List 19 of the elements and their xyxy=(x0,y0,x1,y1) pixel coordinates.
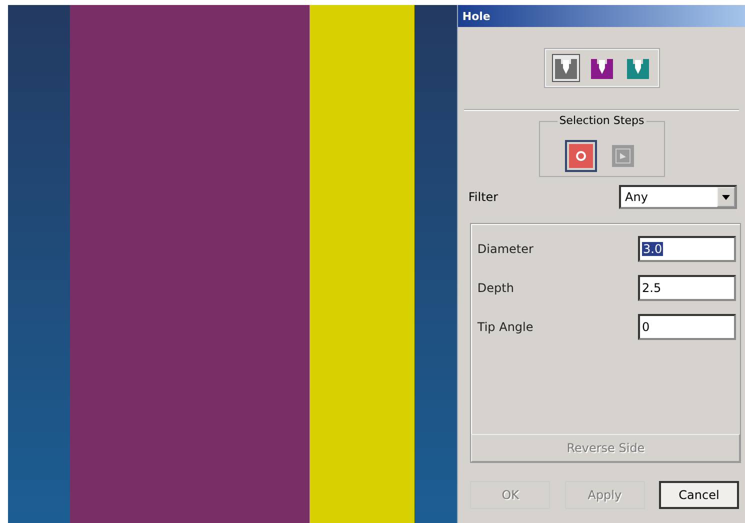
input-field[interactable]: 2.5 xyxy=(638,275,736,301)
parameter-label: Diameter xyxy=(477,242,534,256)
face-icon xyxy=(568,144,593,168)
step-button[interactable] xyxy=(564,140,597,172)
caret-icon xyxy=(722,194,730,200)
filter-dropdown[interactable]: Any xyxy=(619,185,737,209)
group-label: Selection Steps xyxy=(557,114,646,127)
parameter-label: Depth xyxy=(477,281,514,295)
drill-icon xyxy=(554,56,578,80)
hole-type-button[interactable] xyxy=(552,54,580,82)
input-field[interactable]: 0 xyxy=(638,314,736,340)
drill-icon xyxy=(590,56,614,80)
point-icon xyxy=(612,145,634,167)
input-field[interactable]: 3.0 xyxy=(638,236,736,262)
drill-icon xyxy=(626,56,650,80)
filter-label: Filter xyxy=(468,190,498,204)
dialog-button[interactable]: Cancel xyxy=(658,481,739,509)
window-title: Hole xyxy=(458,5,745,27)
parameter-label: Tip Angle xyxy=(477,320,534,334)
